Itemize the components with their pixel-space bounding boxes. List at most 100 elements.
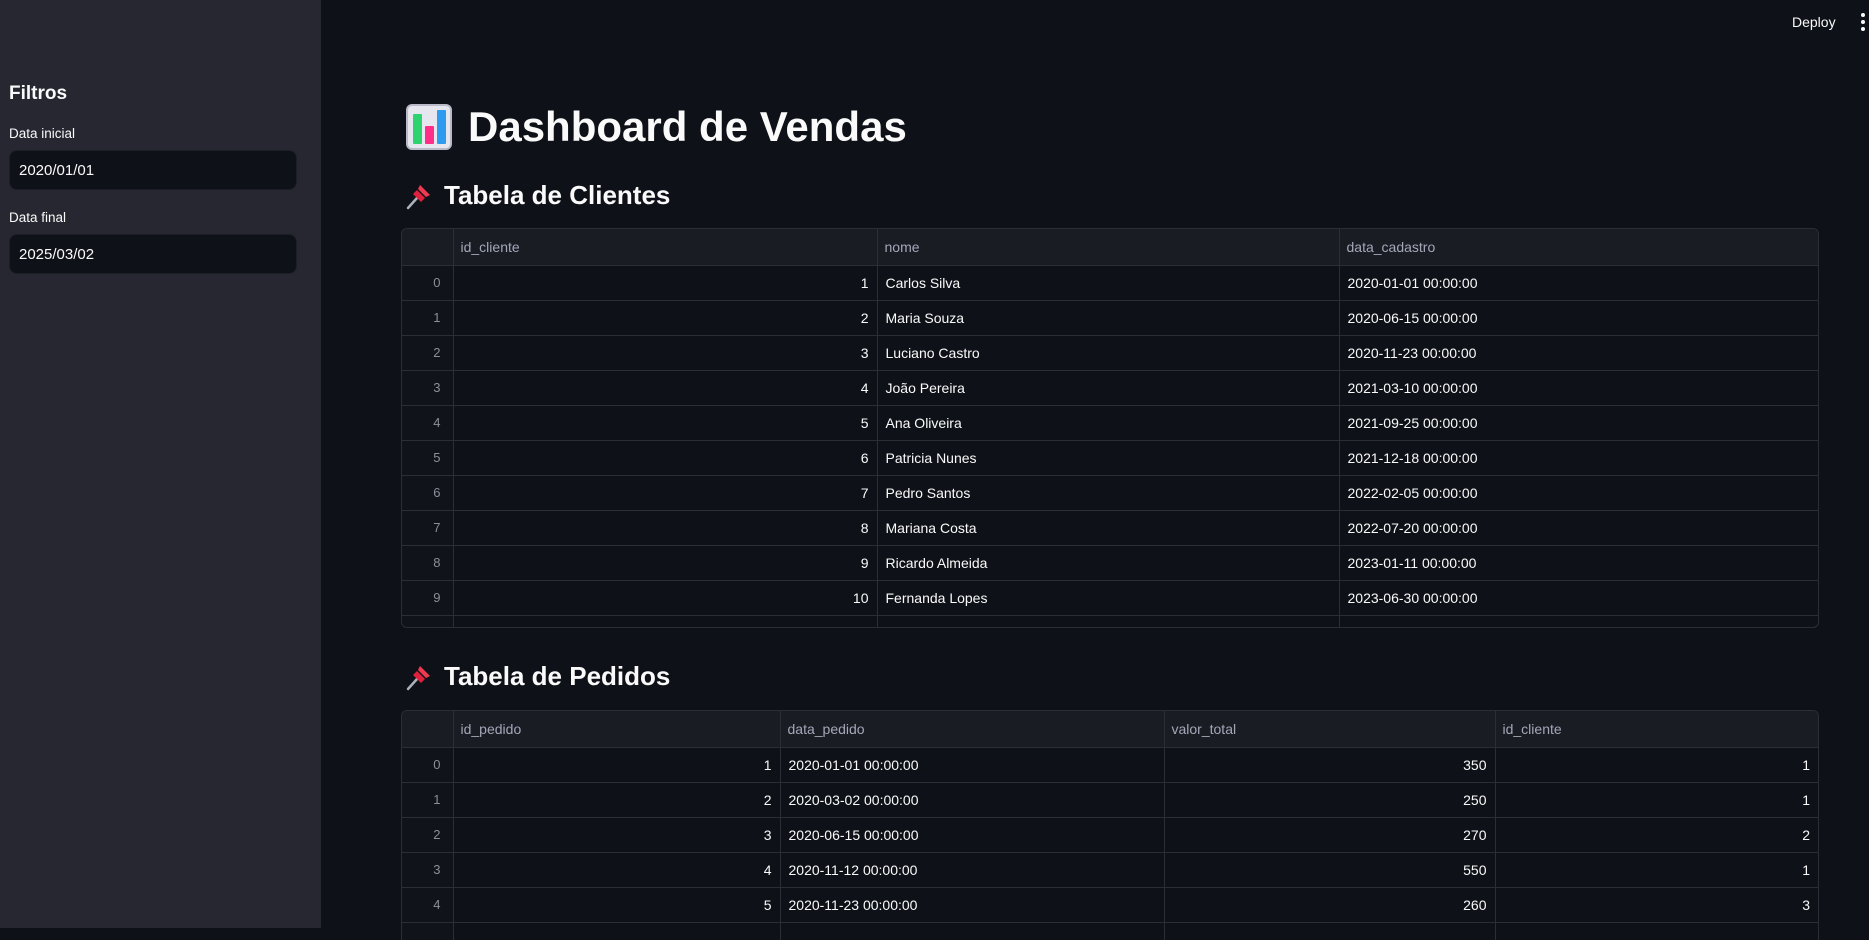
table-row[interactable]: 2 3 2020-06-15 00:00:00 270 2 xyxy=(402,817,1818,853)
table-row[interactable]: 0 1 2020-01-01 00:00:00 350 1 xyxy=(402,747,1818,783)
cell-id-cliente[interactable]: 5 xyxy=(453,405,878,441)
cell-nome[interactable]: João Pereira xyxy=(877,370,1340,406)
cell-id-cliente[interactable]: 1 xyxy=(453,265,878,301)
column-header-valor-total[interactable]: valor_total xyxy=(1164,711,1496,748)
cell-id-pedido[interactable]: 2 xyxy=(453,782,781,818)
table-row-partial xyxy=(402,922,1818,940)
clientes-table[interactable]: id_cliente nome data_cadastro 0 1 Carlos S… xyxy=(401,228,1819,628)
column-header-id-cliente[interactable]: id_cliente xyxy=(1495,711,1818,748)
row-index: 3 xyxy=(402,370,454,406)
cell-id-cliente[interactable]: 10 xyxy=(453,580,878,616)
clientes-title-text: Tabela de Clientes xyxy=(444,180,671,210)
cell-data-cadastro[interactable]: 2020-01-01 00:00:00 xyxy=(1339,265,1818,301)
start-date-input[interactable] xyxy=(9,150,297,190)
column-header-id-pedido[interactable]: id_pedido xyxy=(453,711,781,748)
cell-id-cliente[interactable]: 9 xyxy=(453,545,878,581)
cell-id-cliente[interactable]: 2 xyxy=(453,300,878,336)
cell-nome[interactable]: Patricia Nunes xyxy=(877,440,1340,476)
row-index: 1 xyxy=(402,300,454,336)
table-row[interactable]: 0 1 Carlos Silva 2020-01-01 00:00:00 xyxy=(402,265,1818,301)
cell-data-cadastro[interactable]: 2021-12-18 00:00:00 xyxy=(1339,440,1818,476)
cell-id-pedido[interactable]: 5 xyxy=(453,887,781,923)
deploy-button[interactable]: Deploy xyxy=(1792,14,1836,30)
cell-data-cadastro[interactable]: 2021-09-25 00:00:00 xyxy=(1339,405,1818,441)
page-title: Dashboard de Vendas xyxy=(406,99,907,155)
column-header-id-cliente[interactable]: id_cliente xyxy=(453,229,878,266)
cell-data-cadastro[interactable]: 2020-06-15 00:00:00 xyxy=(1339,300,1818,336)
pushpin-icon xyxy=(406,184,430,209)
cell-data-pedido[interactable]: 2020-01-01 00:00:00 xyxy=(780,747,1165,783)
cell-data-cadastro[interactable]: 2023-06-30 00:00:00 xyxy=(1339,580,1818,616)
cell-nome[interactable]: Carlos Silva xyxy=(877,265,1340,301)
column-header-data-pedido[interactable]: data_pedido xyxy=(780,711,1165,748)
clientes-section-title: Tabela de Clientes xyxy=(404,180,670,211)
pedidos-table[interactable]: id_pedido data_pedido valor_total id_cli… xyxy=(401,710,1819,940)
table-row[interactable]: 1 2 Maria Souza 2020-06-15 00:00:00 xyxy=(402,300,1818,336)
column-header-nome[interactable]: nome xyxy=(877,229,1340,266)
table-row[interactable]: 2 3 Luciano Castro 2020-11-23 00:00:00 xyxy=(402,335,1818,371)
cell-id-cliente[interactable]: 6 xyxy=(453,440,878,476)
cell-data-cadastro[interactable]: 2023-01-11 00:00:00 xyxy=(1339,545,1818,581)
cell-valor-total[interactable]: 350 xyxy=(1164,747,1496,783)
cell-id-pedido[interactable]: 4 xyxy=(453,852,781,888)
table-row[interactable]: 7 8 Mariana Costa 2022-07-20 00:00:00 xyxy=(402,510,1818,546)
table-row[interactable]: 3 4 2020-11-12 00:00:00 550 1 xyxy=(402,852,1818,888)
row-index: 2 xyxy=(402,335,454,371)
table-row[interactable]: 4 5 Ana Oliveira 2021-09-25 00:00:00 xyxy=(402,405,1818,441)
cell-valor-total[interactable]: 260 xyxy=(1164,887,1496,923)
cell-data-pedido[interactable]: 2020-03-02 00:00:00 xyxy=(780,782,1165,818)
cell-nome[interactable]: Ana Oliveira xyxy=(877,405,1340,441)
cell-id-pedido[interactable]: 3 xyxy=(453,817,781,853)
cell-id-cliente[interactable]: 1 xyxy=(1495,852,1818,888)
column-header-index[interactable] xyxy=(402,229,454,266)
cell-id-cliente[interactable]: 3 xyxy=(1495,887,1818,923)
cell-data-cadastro[interactable]: 2022-02-05 00:00:00 xyxy=(1339,475,1818,511)
cell-data-pedido[interactable]: 2020-11-12 00:00:00 xyxy=(780,852,1165,888)
column-header-index[interactable] xyxy=(402,711,454,748)
cell-data-cadastro[interactable]: 2021-03-10 00:00:00 xyxy=(1339,370,1818,406)
cell-nome[interactable]: Luciano Castro xyxy=(877,335,1340,371)
table-row[interactable]: 1 2 2020-03-02 00:00:00 250 1 xyxy=(402,782,1818,818)
end-date-input[interactable] xyxy=(9,234,297,274)
cell-data-cadastro[interactable]: 2020-11-23 00:00:00 xyxy=(1339,335,1818,371)
cell-nome[interactable]: Mariana Costa xyxy=(877,510,1340,546)
bar-chart-icon xyxy=(406,104,452,150)
table-row[interactable]: 9 10 Fernanda Lopes 2023-06-30 00:00:00 xyxy=(402,580,1818,616)
page-title-text: Dashboard de Vendas xyxy=(468,103,907,150)
cell-nome[interactable]: Maria Souza xyxy=(877,300,1340,336)
cell-valor-total[interactable]: 270 xyxy=(1164,817,1496,853)
cell-data-cadastro[interactable]: 2022-07-20 00:00:00 xyxy=(1339,510,1818,546)
cell-id-cliente[interactable]: 1 xyxy=(1495,782,1818,818)
cell-id-cliente[interactable]: 8 xyxy=(453,510,878,546)
row-index: 6 xyxy=(402,475,454,511)
row-index: 3 xyxy=(402,852,454,888)
table-row[interactable]: 4 5 2020-11-23 00:00:00 260 3 xyxy=(402,887,1818,923)
row-index: 4 xyxy=(402,405,454,441)
cell-valor-total[interactable]: 550 xyxy=(1164,852,1496,888)
table-row[interactable]: 6 7 Pedro Santos 2022-02-05 00:00:00 xyxy=(402,475,1818,511)
row-index: 5 xyxy=(402,440,454,476)
cell-id-pedido[interactable]: 1 xyxy=(453,747,781,783)
kebab-menu-icon[interactable] xyxy=(1860,13,1866,31)
table-row[interactable]: 3 4 João Pereira 2021-03-10 00:00:00 xyxy=(402,370,1818,406)
cell-id-cliente[interactable]: 4 xyxy=(453,370,878,406)
cell-id-cliente[interactable]: 3 xyxy=(453,335,878,371)
cell-valor-total[interactable]: 250 xyxy=(1164,782,1496,818)
cell-nome[interactable]: Ricardo Almeida xyxy=(877,545,1340,581)
column-header-data-cadastro[interactable]: data_cadastro xyxy=(1339,229,1818,266)
table-row-partial xyxy=(402,615,1818,627)
row-index: 0 xyxy=(402,265,454,301)
cell-data-pedido[interactable]: 2020-06-15 00:00:00 xyxy=(780,817,1165,853)
cell-id-cliente[interactable]: 7 xyxy=(453,475,878,511)
cell-nome[interactable]: Pedro Santos xyxy=(877,475,1340,511)
sidebar-title: Filtros xyxy=(9,83,68,104)
cell-nome[interactable]: Fernanda Lopes xyxy=(877,580,1340,616)
table-row[interactable]: 5 6 Patricia Nunes 2021-12-18 00:00:00 xyxy=(402,440,1818,476)
row-index: 8 xyxy=(402,545,454,581)
cell-id-cliente[interactable]: 2 xyxy=(1495,817,1818,853)
cell-id-cliente[interactable]: 1 xyxy=(1495,747,1818,783)
row-index: 9 xyxy=(402,580,454,616)
cell-data-pedido[interactable]: 2020-11-23 00:00:00 xyxy=(780,887,1165,923)
row-index: 1 xyxy=(402,782,454,818)
table-row[interactable]: 8 9 Ricardo Almeida 2023-01-11 00:00:00 xyxy=(402,545,1818,581)
